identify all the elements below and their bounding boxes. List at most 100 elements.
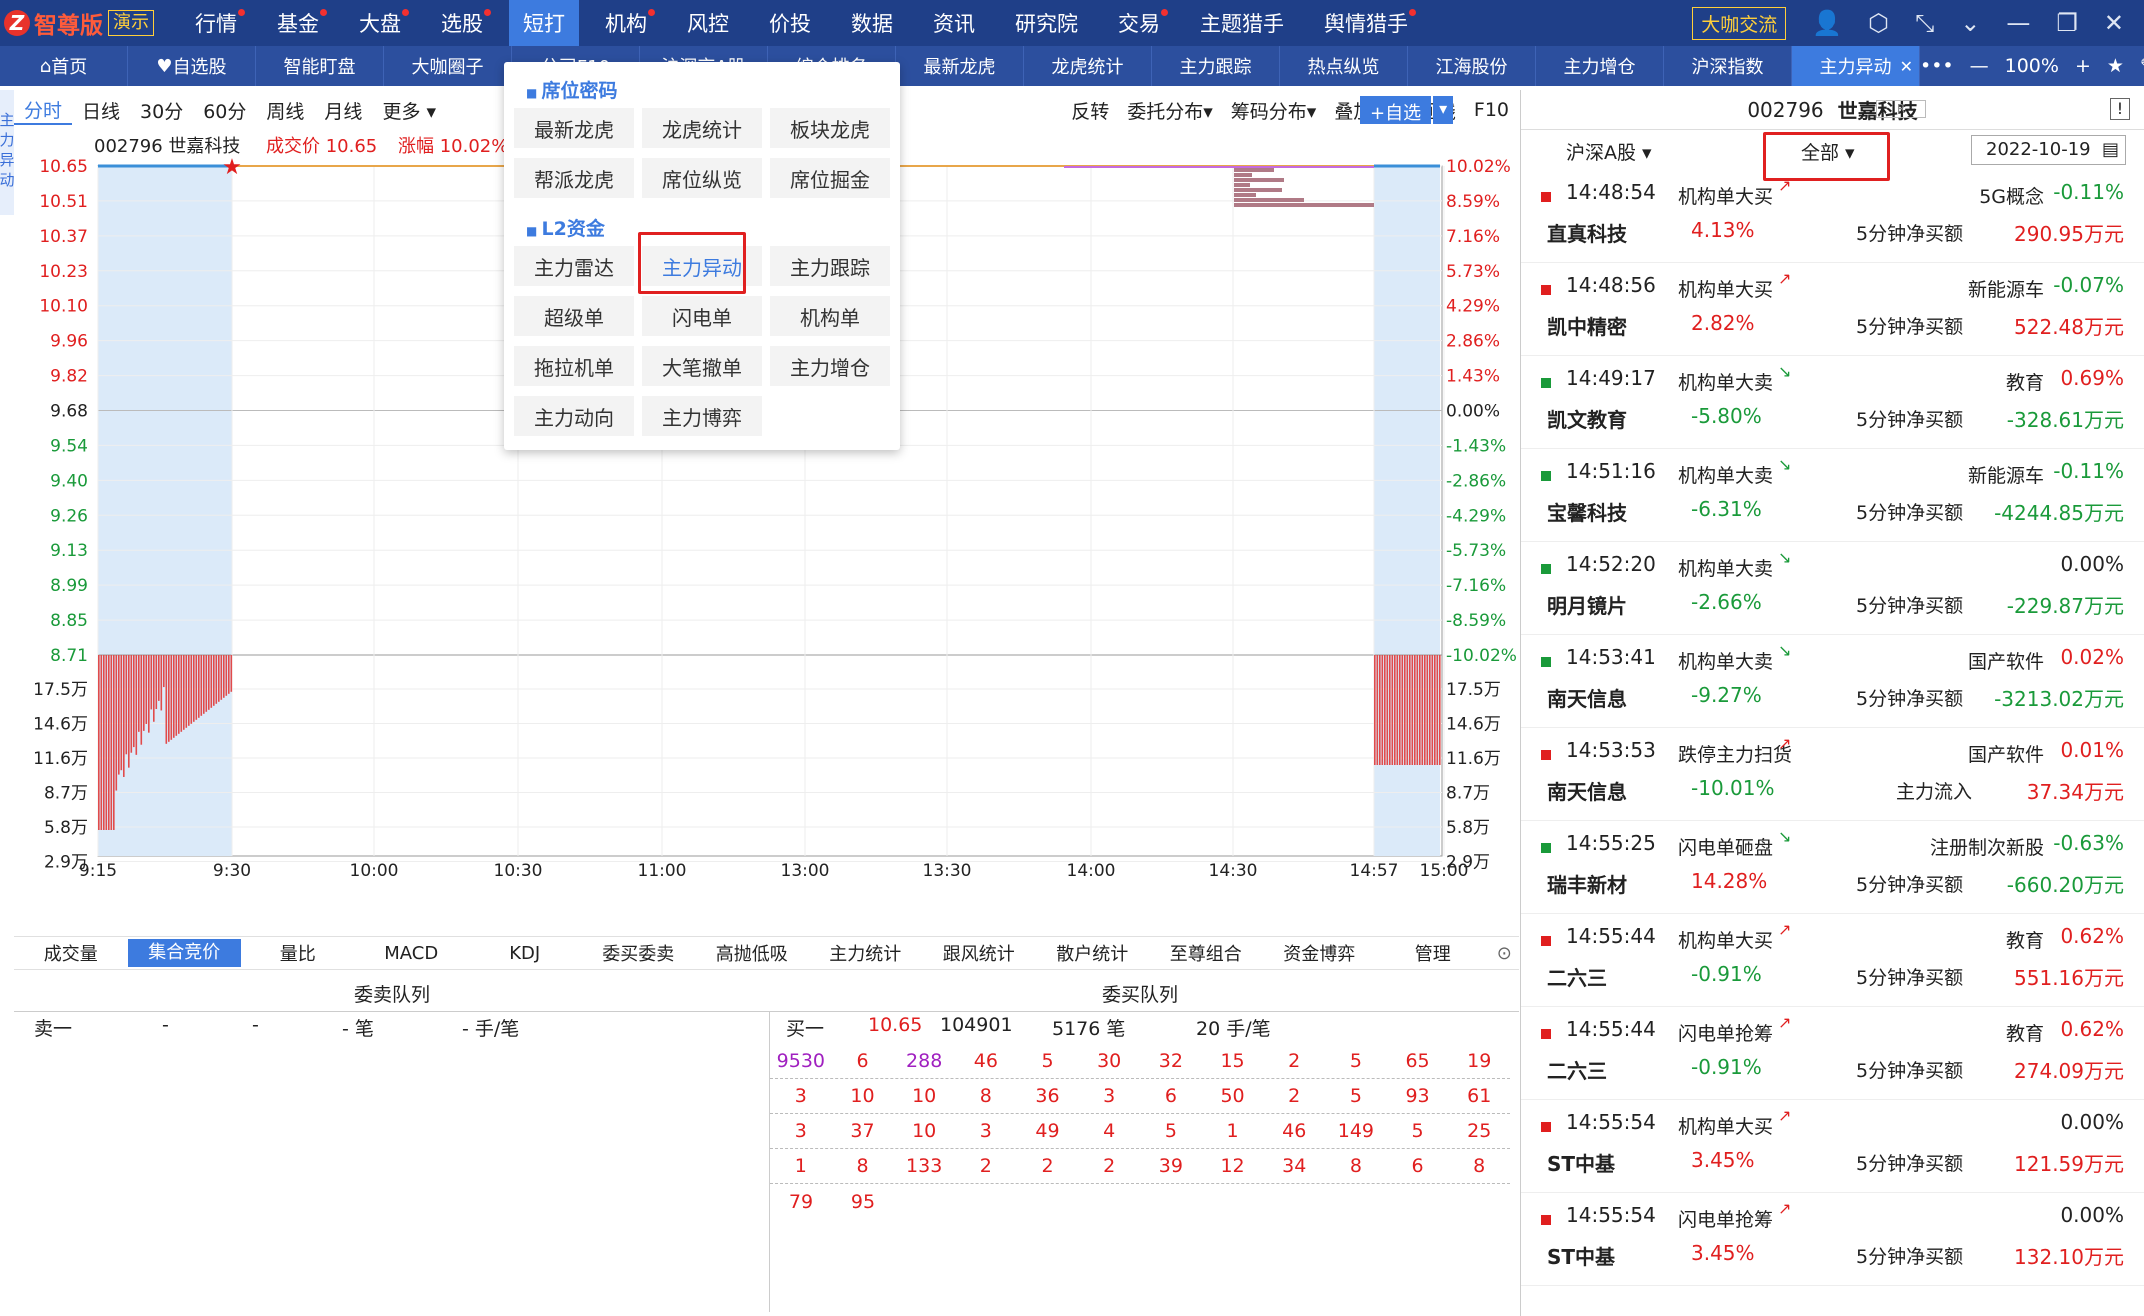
period-1[interactable]: 日线 (72, 97, 130, 124)
side-tab-main-force[interactable]: 主力异动 (0, 90, 15, 215)
star-icon[interactable]: ★ (2107, 55, 2124, 77)
alert-item[interactable]: 14:48:56 机构单大买 ↗ 新能源车 -0.07% 凯中精密 2.82% 5分钟净买额 5… (1521, 263, 2144, 356)
indicator-tab-11[interactable]: 资金博弈 (1263, 940, 1377, 966)
tab-1[interactable]: ♥ 自选股 (128, 46, 256, 86)
menu-item[interactable]: 机构单 (770, 296, 890, 336)
nav-9[interactable]: 资讯 (919, 0, 989, 46)
expert-chat-button[interactable]: 大咖交流 (1692, 6, 1787, 40)
tab-8[interactable]: 龙虎统计 (1024, 46, 1152, 86)
add-watchlist-dropdown-icon[interactable]: ▾ (1433, 96, 1454, 124)
alert-item[interactable]: 14:55:44 机构单大买 ↗ 教育 0.62% 二六三 -0.91% 5分钟净买额 551.… (1521, 914, 2144, 1007)
indicator-tab-6[interactable]: 高抛低吸 (695, 940, 809, 966)
indicator-tab-7[interactable]: 主力统计 (809, 940, 923, 966)
menu-item[interactable]: 板块龙虎 (770, 108, 890, 148)
more-tabs-icon[interactable]: ••• (1920, 55, 1954, 77)
chevron-down-icon[interactable]: ⌄ (1960, 9, 1980, 37)
alert-item[interactable]: 14:49:17 机构单大卖 ↘ 教育 0.69% 凯文教育 -5.80% 5分钟净买额 -32… (1521, 356, 2144, 449)
nav-0[interactable]: 行情 (181, 0, 251, 46)
alert-item[interactable]: 14:48:54 机构单大买 ↗ 5G概念 -0.11% 直真科技 4.13% 5分钟净买额 2… (1521, 170, 2144, 263)
menu-item[interactable]: 席位掘金 (770, 158, 890, 198)
tab-2[interactable]: 智能盯盘 (256, 46, 384, 86)
period-4[interactable]: 周线 (256, 97, 314, 124)
shrink-icon[interactable]: ⤡ (1915, 9, 1934, 37)
menu-item[interactable]: 席位纵览 (642, 158, 762, 198)
menu-item[interactable]: 主力博弈 (642, 396, 762, 436)
indicator-tab-4[interactable]: KDJ (468, 943, 582, 964)
tab-7[interactable]: 最新龙虎 (896, 46, 1024, 86)
indicator-tab-8[interactable]: 跟风统计 (922, 940, 1036, 966)
indicator-tab-label: 主力统计 (829, 944, 902, 965)
chart-tool-0[interactable]: 反转 (1071, 97, 1109, 124)
indicator-tab-10[interactable]: 至尊组合 (1149, 940, 1263, 966)
chart-tool-1[interactable]: 委托分布▾ (1127, 97, 1213, 124)
menu-item[interactable]: 闪电单 (642, 296, 762, 336)
alert-item[interactable]: 14:55:25 闪电单砸盘 ↘ 注册制次新股 -0.63% 瑞丰新材 14.28% 5分钟净… (1521, 821, 2144, 914)
tab-10[interactable]: 热点纵览 (1280, 46, 1408, 86)
nav-2[interactable]: 大盘 (345, 0, 415, 46)
nav-7[interactable]: 价投 (755, 0, 825, 46)
period-5[interactable]: 月线 (314, 97, 372, 124)
indicator-tab-3[interactable]: MACD (355, 943, 469, 964)
add-watchlist-button[interactable]: +自选 (1360, 96, 1432, 124)
alert-item[interactable]: 14:55:44 闪电单抢筹 ↗ 教育 0.62% 二六三 -0.91% 5分钟净买额 274.… (1521, 1007, 2144, 1100)
alert-item[interactable]: 14:55:54 闪电单抢筹 ↗ 0.00% ST中基 3.45% 5分钟净买额 132.10… (1521, 1193, 2144, 1286)
nav-5[interactable]: 机构 (591, 0, 661, 46)
minimize-icon[interactable]: — (2006, 9, 2030, 37)
menu-item[interactable]: 超级单 (514, 296, 634, 336)
tab-0[interactable]: ⌂ 首页 (0, 46, 128, 86)
menu-item[interactable]: 主力增仓 (770, 346, 890, 386)
period-3[interactable]: 60分 (193, 97, 256, 124)
nav-8[interactable]: 数据 (837, 0, 907, 46)
period-6[interactable]: 更多 ▾ (372, 97, 446, 124)
nav-10[interactable]: 研究院 (1001, 0, 1092, 46)
alert-item[interactable]: 14:52:20 机构单大卖 ↘ 0.00% 明月镜片 -2.66% 5分钟净买额 -229.… (1521, 542, 2144, 635)
tab-11[interactable]: 江海股份 (1408, 46, 1536, 86)
menu-item[interactable]: 帮派龙虎 (514, 158, 634, 198)
indicator-tab-9[interactable]: 散户统计 (1036, 940, 1150, 966)
zoom-out-icon[interactable]: — (1970, 55, 1989, 77)
indicator-tab-1[interactable]: 集合竞价 (127, 939, 241, 967)
alert-icon[interactable]: ! (2110, 98, 2130, 120)
menu-item[interactable]: 大笔撤单 (642, 346, 762, 386)
indicator-tab-2[interactable]: 量比 (241, 940, 355, 966)
tab-close-icon[interactable]: ✕ (1900, 57, 1913, 76)
alert-item[interactable]: 14:55:54 机构单大买 ↗ 0.00% ST中基 3.45% 5分钟净买额 121.59… (1521, 1100, 2144, 1193)
alert-item[interactable]: 14:53:53 跌停主力扫货 ↗ 国产软件 0.01% 南天信息 -10.01% 主力流入 3… (1521, 728, 2144, 821)
menu-item[interactable]: 主力跟踪 (770, 246, 890, 286)
nav-11[interactable]: 交易 (1104, 0, 1174, 46)
period-0[interactable]: 分时 (14, 96, 73, 125)
menu-item[interactable]: 拖拉机单 (514, 346, 634, 386)
menu-item[interactable]: 最新龙虎 (514, 108, 634, 148)
nav-4[interactable]: 短打 (509, 0, 579, 46)
menu-item[interactable]: 主力动向 (514, 396, 634, 436)
chart-tool-2[interactable]: 筹码分布▾ (1231, 97, 1317, 124)
alert-item[interactable]: 14:51:16 机构单大卖 ↘ 新能源车 -0.11% 宝馨科技 -6.31% 5分钟净买额… (1521, 449, 2144, 542)
zoom-in-icon[interactable]: + (2075, 55, 2091, 77)
restore-icon[interactable]: ❐ (2056, 9, 2078, 37)
chart-tool-6[interactable]: F10 (1474, 99, 1509, 121)
pen-icon[interactable]: ✎ (2140, 55, 2144, 77)
collapse-icon[interactable]: ⊙ (1490, 943, 1519, 964)
alert-item[interactable]: 14:53:41 机构单大卖 ↘ 国产软件 0.02% 南天信息 -9.27% 5分钟净买额 -… (1521, 635, 2144, 728)
nav-13[interactable]: 舆情猎手 (1310, 0, 1422, 46)
indicator-tab-12[interactable]: 管理 (1376, 940, 1490, 966)
menu-item[interactable]: 主力雷达 (514, 246, 634, 286)
tab-13[interactable]: 沪深指数 (1664, 46, 1792, 86)
tab-9[interactable]: 主力跟踪 (1152, 46, 1280, 86)
period-2[interactable]: 30分 (130, 97, 193, 124)
market-select[interactable]: 沪深A股 ▾ (1566, 138, 1652, 165)
nav-3[interactable]: 选股 (427, 0, 497, 46)
nav-1[interactable]: 基金 (263, 0, 333, 46)
indicator-tab-5[interactable]: 委买委卖 (582, 940, 696, 966)
nav-6[interactable]: 风控 (673, 0, 743, 46)
tab-12[interactable]: 主力增仓 (1536, 46, 1664, 86)
date-picker[interactable]: 2022-10-19 ▤ (1971, 135, 2126, 165)
nav-12[interactable]: 主题猎手 (1186, 0, 1298, 46)
menu-item[interactable]: 龙虎统计 (642, 108, 762, 148)
tab-3[interactable]: 大咖圈子 (384, 46, 512, 86)
tab-14[interactable]: 主力异动 ✕ (1792, 46, 1920, 86)
settings-icon[interactable]: ⬡ (1868, 9, 1889, 37)
close-icon[interactable]: ✕ (2104, 9, 2124, 37)
indicator-tab-0[interactable]: 成交量 (14, 940, 128, 966)
user-icon[interactable]: 👤 (1812, 9, 1842, 37)
